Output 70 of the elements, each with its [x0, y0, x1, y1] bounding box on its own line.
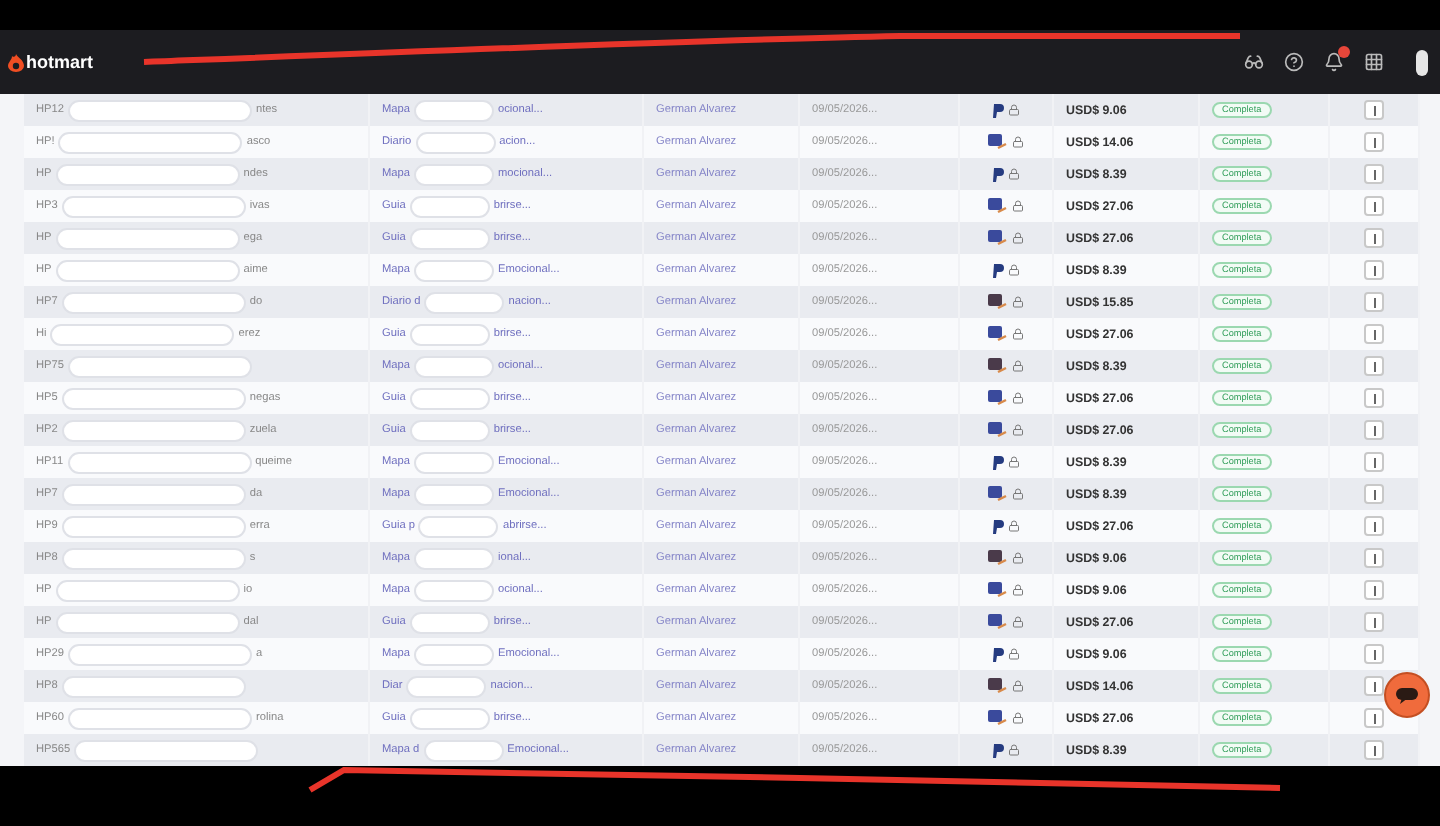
redaction-mark [409, 707, 490, 729]
lock-icon [1012, 200, 1024, 212]
redaction-mark [424, 291, 505, 313]
row-menu-button[interactable] [1364, 260, 1384, 280]
lock-icon [1012, 392, 1024, 404]
bell-icon[interactable] [1324, 52, 1344, 72]
lock-icon [1012, 136, 1024, 148]
row-menu-button[interactable] [1364, 516, 1384, 536]
lock-icon [1012, 552, 1024, 564]
lock-icon [1008, 456, 1020, 468]
row-menu-button[interactable] [1364, 228, 1384, 248]
row-menu-button[interactable] [1364, 452, 1384, 472]
apps-grid-icon[interactable] [1364, 52, 1384, 72]
row-menu-button[interactable] [1364, 612, 1384, 632]
redaction-mark [414, 483, 494, 505]
redaction-mark [409, 611, 490, 633]
row-menu-button[interactable] [1364, 708, 1384, 728]
lock-icon [1008, 104, 1020, 116]
row-menu-button[interactable] [1364, 484, 1384, 504]
chat-bubble-icon [1396, 687, 1418, 703]
redaction-mark [409, 387, 490, 409]
lock-icon [1012, 360, 1024, 372]
redaction-mark [415, 131, 496, 153]
lock-icon [1012, 616, 1024, 628]
row-menu-button[interactable] [1364, 740, 1384, 760]
redaction-mark [414, 163, 494, 185]
row-menu-button[interactable] [1364, 196, 1384, 216]
hotmart-logo[interactable]: hotmart [8, 52, 93, 72]
redaction-mark [409, 227, 490, 249]
lock-icon [1012, 680, 1024, 692]
redaction-mark [409, 323, 490, 345]
lock-icon [1008, 744, 1020, 756]
lock-icon [1008, 648, 1020, 660]
row-menu-button[interactable] [1364, 324, 1384, 344]
lock-icon [1012, 424, 1024, 436]
row-menu-button[interactable] [1364, 644, 1384, 664]
row-menu-button[interactable] [1364, 164, 1384, 184]
lock-icon [1012, 296, 1024, 308]
redaction-mark [409, 419, 490, 441]
redaction-mark [409, 195, 490, 217]
glasses-icon[interactable] [1244, 52, 1264, 72]
redaction-mark [418, 515, 499, 537]
lock-icon [1012, 232, 1024, 244]
redaction-mark [414, 547, 494, 569]
redaction-mark [414, 355, 494, 377]
redaction-mark [414, 643, 494, 665]
row-menu-button[interactable] [1364, 580, 1384, 600]
row-menu-button[interactable] [1364, 388, 1384, 408]
lock-icon [1008, 264, 1020, 276]
row-menu-button[interactable] [1364, 356, 1384, 376]
lock-icon [1012, 712, 1024, 724]
lock-icon [1008, 168, 1020, 180]
row-menu-button[interactable] [1364, 100, 1384, 120]
lock-icon [1012, 488, 1024, 500]
row-menu-button[interactable] [1364, 292, 1384, 312]
redaction-mark [414, 579, 494, 601]
redaction-mark [414, 259, 494, 281]
help-icon[interactable] [1284, 52, 1304, 72]
lock-icon [1012, 328, 1024, 340]
avatar[interactable] [1416, 49, 1428, 75]
redaction-mark [406, 675, 487, 697]
lock-icon [1008, 520, 1020, 532]
lock-icon [1012, 584, 1024, 596]
row-menu-button[interactable] [1364, 676, 1384, 696]
redaction-mark [414, 451, 494, 473]
row-menu-button[interactable] [1364, 548, 1384, 568]
row-menu-button[interactable] [1364, 420, 1384, 440]
redaction-mark [423, 739, 504, 761]
row-menu-button[interactable] [1364, 132, 1384, 152]
redaction-mark [414, 99, 494, 121]
